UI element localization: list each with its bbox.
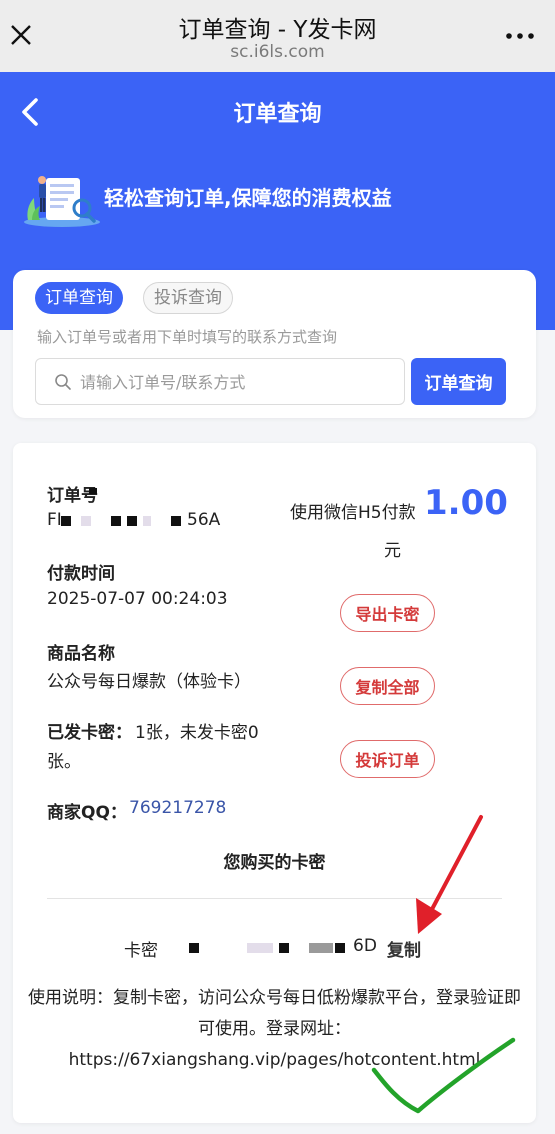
more-dots-icon[interactable]	[505, 26, 535, 46]
redaction-mark	[127, 516, 137, 526]
order-no-prefix: FI	[47, 510, 62, 530]
search-icon	[55, 374, 71, 390]
search-hint: 输入订单号或者用下单时填写的联系方式查询	[37, 328, 338, 346]
usage-instructions: 使用说明：复制卡密，访问公众号每日低粉爆款平台，登录验证即 可使用。登录网址： …	[15, 983, 534, 1076]
browser-title: 订单查询 - Y发卡网	[178, 17, 377, 43]
card-keys-title: 您购买的卡密	[223, 853, 326, 873]
redaction-mark	[143, 516, 151, 526]
issued-label: 已发卡密：	[47, 723, 132, 743]
pay-unit: 元	[384, 541, 401, 561]
card-key-label: 卡密	[124, 941, 158, 961]
redaction-mark	[309, 943, 333, 953]
page-title: 订单查询	[233, 102, 322, 127]
product-label: 商品名称	[47, 644, 115, 664]
complain-order-button[interactable]: 投诉订单	[340, 740, 435, 778]
tab-order-query[interactable]: 订单查询	[35, 282, 123, 314]
order-no-suffix: 56A	[187, 510, 221, 530]
redaction-mark	[171, 516, 181, 526]
browser-topbar: 订单查询 - Y发卡网 sc.i6ls.com	[0, 0, 555, 72]
usage-line-2: 可使用。登录网址：	[198, 1019, 351, 1039]
issued-value-line1: 1张，未发卡密0	[135, 723, 259, 743]
copy-key-link[interactable]: 复制	[387, 936, 421, 961]
redaction-mark	[61, 516, 71, 526]
redaction-mark	[189, 943, 199, 953]
redaction-mark	[89, 488, 97, 494]
redaction-mark	[111, 516, 121, 526]
merchant-qq-label: 商家QQ：	[47, 803, 127, 823]
merchant-qq-link[interactable]: 769217278	[129, 798, 226, 818]
pay-amount: 1.00	[424, 483, 508, 523]
card-key-tail: 6D	[353, 936, 377, 956]
redaction-mark	[335, 943, 345, 953]
redaction-mark	[81, 516, 91, 526]
divider	[47, 898, 502, 899]
redaction-mark	[279, 943, 289, 953]
search-card: 订单查询 投诉查询 输入订单号或者用下单时填写的联系方式查询 订单查询	[13, 270, 536, 418]
product-value: 公众号每日爆款（体验卡）	[47, 672, 251, 692]
tab-complaint-query[interactable]: 投诉查询	[143, 282, 233, 314]
order-result-card: 订单号 FI 56A 使用微信H5付款 1.00 元 付款时间 2025-07-…	[13, 443, 536, 1123]
search-input[interactable]	[80, 369, 390, 395]
pay-time-label: 付款时间	[47, 564, 115, 584]
pay-method: 使用微信H5付款	[290, 503, 416, 523]
copy-all-button[interactable]: 复制全部	[340, 667, 435, 705]
document-search-illustration	[24, 176, 100, 227]
issued-value-line2: 张。	[47, 752, 81, 772]
search-button[interactable]: 订单查询	[411, 358, 506, 405]
usage-line-1: 使用说明：复制卡密，访问公众号每日低粉爆款平台，登录验证即	[28, 988, 521, 1008]
usage-url[interactable]: https://67xiangshang.vip/pages/hotconten…	[15, 1045, 534, 1076]
pay-time-value: 2025-07-07 00:24:03	[47, 589, 228, 609]
browser-domain: sc.i6ls.com	[230, 42, 325, 62]
search-box[interactable]	[35, 358, 405, 405]
export-keys-button[interactable]: 导出卡密	[340, 594, 435, 632]
slogan: 轻松查询订单,保障您的消费权益	[104, 186, 392, 210]
redaction-mark	[247, 943, 273, 953]
